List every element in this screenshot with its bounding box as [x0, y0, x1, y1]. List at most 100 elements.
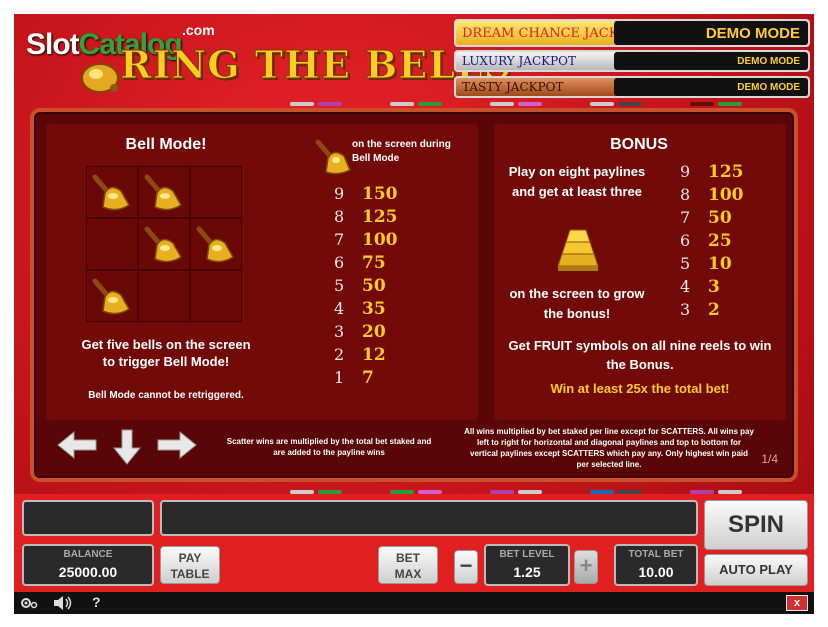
balance-value: 25000.00 — [58, 564, 118, 580]
bet-max-button[interactable]: BET MAX — [378, 546, 438, 584]
jackpot-tasty: TASTY JACKPOT DEMO MODE — [454, 76, 810, 98]
payout-value: 125 — [362, 206, 398, 227]
payout-value: 75 — [362, 252, 386, 273]
symbol-count: 2 — [334, 345, 345, 364]
bell-mode-description: Get five bells on the screen to trigger … — [81, 337, 251, 369]
win-display — [22, 500, 154, 536]
bell-mode-grid — [86, 166, 242, 322]
grid-cell — [86, 218, 138, 270]
jackpot-name: DREAM CHANCE JACKPOT — [462, 25, 647, 41]
payout-value: 100 — [708, 184, 744, 205]
watermark-com: .com — [182, 22, 215, 38]
jackpot-dream-chance: DREAM CHANCE JACKPOT DEMO MODE — [454, 19, 810, 47]
grid-cell — [138, 270, 190, 322]
sound-icon[interactable] — [52, 595, 74, 611]
payout-value: 7 — [362, 367, 374, 388]
bell-icon — [92, 278, 130, 315]
symbol-count: 6 — [680, 231, 691, 250]
bet-level-decrease-button[interactable]: − — [454, 550, 478, 584]
symbol-count: 9 — [334, 184, 345, 203]
symbol-count: 6 — [334, 253, 345, 272]
bonus-section: BONUS Play on eight paylines and get at … — [494, 124, 786, 420]
payout-value: 20 — [362, 321, 386, 342]
symbol-count: 9 — [680, 162, 691, 181]
total-bet-display: TOTAL BET 10.00 — [614, 544, 698, 586]
next-page-arrow-icon[interactable] — [156, 430, 198, 460]
bonus-win-text: Win at least 25x the total bet! — [550, 381, 730, 396]
bell-icon — [144, 174, 182, 211]
total-bet-label: TOTAL BET — [628, 549, 684, 560]
previous-page-arrow-icon[interactable] — [56, 430, 98, 460]
payout-value: 50 — [708, 207, 732, 228]
bell-mode-note: Bell Mode cannot be retriggered. — [88, 390, 244, 401]
payout-value: 10 — [708, 253, 732, 274]
help-icon[interactable]: ? — [92, 594, 101, 610]
rules-footnote: All wins multiplied by bet staked per li… — [464, 427, 754, 469]
game-window: SlotCatalog .com RING THE BELLS DREAM CH… — [14, 14, 814, 614]
pay-row: 9 125 — [680, 160, 744, 183]
payline-markers-top — [290, 102, 742, 106]
settings-gear-icon[interactable] — [20, 595, 38, 611]
close-paytable-arrow-icon[interactable] — [112, 428, 142, 466]
bet-level-display: BET LEVEL 1.25 — [484, 544, 570, 586]
bottom-toolbar: ? x — [14, 592, 814, 614]
spin-button[interactable]: SPIN — [704, 500, 808, 550]
symbol-count: 3 — [680, 300, 691, 319]
symbol-count: 8 — [334, 207, 345, 226]
jackpot-value: DEMO MODE — [614, 52, 808, 70]
bell-symbol-caption: on the screen during Bell Mode — [352, 139, 451, 164]
symbol-count: 1 — [334, 368, 345, 387]
auto-play-button[interactable]: AUTO PLAY — [704, 554, 808, 586]
payout-value: 125 — [708, 161, 744, 182]
pay-row: 6 75 — [334, 251, 398, 274]
pay-row: 5 50 — [334, 274, 398, 297]
jackpot-name: LUXURY JACKPOT — [462, 54, 577, 68]
total-bet-value: 10.00 — [638, 564, 674, 580]
jackpot-value: DEMO MODE — [614, 78, 808, 96]
pay-row: 7 100 — [334, 228, 398, 251]
grid-cell — [190, 270, 242, 322]
close-button[interactable]: x — [786, 595, 808, 611]
payout-value: 100 — [362, 229, 398, 250]
pay-table-label-1: PAY — [178, 551, 202, 565]
bell-symbol-icon — [315, 139, 351, 175]
payout-value: 3 — [708, 276, 720, 297]
payout-value: 25 — [708, 230, 732, 251]
bonus-text-bottom: on the screen to grow the bonus! — [509, 286, 645, 321]
jackpot-luxury: LUXURY JACKPOT DEMO MODE — [454, 50, 810, 72]
symbol-count: 8 — [680, 185, 691, 204]
pay-row: 8 100 — [680, 183, 744, 206]
pay-row: 3 20 — [334, 320, 398, 343]
symbol-count: 4 — [334, 299, 345, 318]
balance-display: BALANCE 25000.00 — [22, 544, 154, 586]
symbol-count: 5 — [334, 276, 345, 295]
bet-level-label: BET LEVEL — [499, 549, 555, 560]
grid-cell — [86, 270, 138, 322]
symbol-count: 5 — [680, 254, 691, 273]
gold-bars-icon — [557, 229, 599, 271]
bet-level-increase-button[interactable]: + — [574, 550, 598, 584]
payout-value: 2 — [708, 299, 720, 320]
bet-level-value: 1.25 — [513, 564, 541, 580]
pay-table-button[interactable]: PAY TABLE — [160, 546, 220, 584]
symbol-count: 7 — [334, 230, 345, 249]
scatter-footnote: Scatter wins are multiplied by the total… — [226, 437, 432, 457]
pay-row: 17 — [334, 366, 398, 389]
payout-value: 35 — [362, 298, 386, 319]
message-display — [160, 500, 698, 536]
symbol-count: 4 — [680, 277, 691, 296]
grid-cell — [138, 218, 190, 270]
bonus-paytable: 9 125 8 100 7 50 6 25 5 10 4 3 3 2 — [680, 160, 744, 321]
symbol-count: 3 — [334, 322, 345, 341]
grid-cell — [138, 166, 190, 218]
grid-cell — [190, 218, 242, 270]
bonus-title: BONUS — [610, 136, 668, 153]
payout-value: 50 — [362, 275, 386, 296]
logo-bell-icon — [81, 63, 119, 93]
bonus-text-top: Play on eight paylines and get at least … — [508, 164, 646, 199]
grid-cell — [86, 166, 138, 218]
pay-table-label-2: TABLE — [170, 567, 210, 581]
pay-row: 2 12 — [334, 343, 398, 366]
bell-mode-section: Bell Mode! Get five bells on the screen … — [46, 124, 478, 420]
payout-value: 150 — [362, 183, 398, 204]
